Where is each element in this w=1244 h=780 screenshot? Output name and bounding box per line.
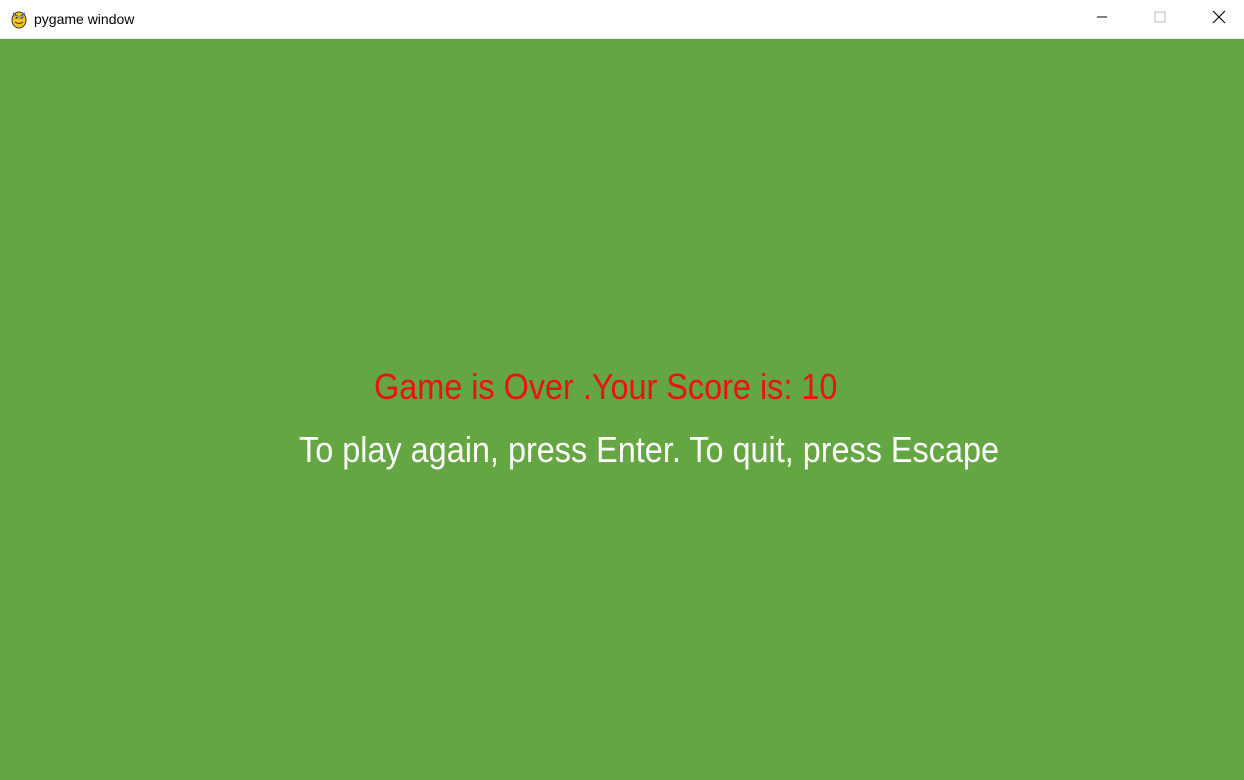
pygame-snake-icon xyxy=(10,9,28,29)
window-title: pygame window xyxy=(34,11,135,27)
game-over-score-text: Game is Over .Your Score is: 10 xyxy=(374,366,838,407)
close-button[interactable] xyxy=(1190,0,1244,38)
game-canvas[interactable]: Game is Over .Your Score is: 10 To play … xyxy=(0,39,1244,780)
title-bar[interactable]: pygame window xyxy=(0,0,1244,39)
pygame-window: pygame window Game is Over .Your Score i… xyxy=(0,0,1244,780)
close-icon xyxy=(1212,10,1226,29)
minimize-icon xyxy=(1096,10,1108,28)
minimize-button[interactable] xyxy=(1073,0,1131,38)
maximize-icon xyxy=(1154,10,1166,28)
maximize-button[interactable] xyxy=(1131,0,1189,38)
restart-instruction-text: To play again, press Enter. To quit, pre… xyxy=(299,429,1000,470)
